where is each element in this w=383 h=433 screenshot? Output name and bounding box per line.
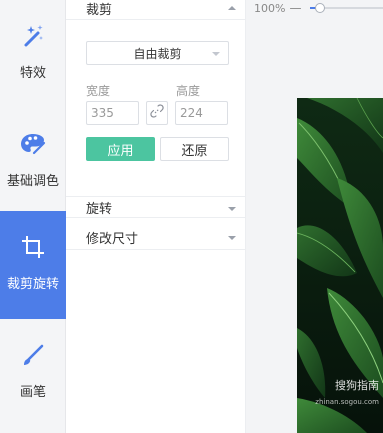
tool-crop-rotate-label: 裁剪旋转: [6, 277, 59, 292]
crop-icon: [19, 233, 47, 261]
tool-crop-rotate[interactable]: 裁剪旋转: [0, 211, 66, 319]
chevron-down-icon: [228, 236, 236, 240]
width-input[interactable]: 335: [86, 101, 139, 125]
photo-editor: 特效 基础调色 裁剪旋转 画笔 裁剪 自由裁剪 宽度 高度 335 224 应用…: [0, 0, 383, 433]
tool-brush-label: 画笔: [19, 385, 46, 400]
zoom-percent: 100%: [254, 1, 286, 15]
watermark-logo-text: 搜狗指南: [335, 379, 379, 392]
plant-photo[interactable]: 搜狗指南 zhinan.sogou.com: [297, 98, 383, 433]
reset-button[interactable]: 还原: [160, 137, 229, 161]
zoom-slider-handle[interactable]: [315, 3, 326, 13]
height-label: 高度: [176, 84, 201, 98]
brush-icon: [19, 341, 47, 369]
crop-ratio-select[interactable]: 自由裁剪: [86, 41, 229, 65]
crop-section-title: 裁剪: [86, 3, 113, 18]
tool-sidebar: 特效 基础调色 裁剪旋转 画笔: [0, 0, 66, 433]
zoom-out-button[interactable]: —: [289, 1, 301, 15]
settings-panel: 裁剪 自由裁剪 宽度 高度 335 224 应用 还原 旋转 修改尺寸: [66, 0, 246, 433]
crop-ratio-value: 自由裁剪: [133, 46, 182, 61]
apply-button[interactable]: 应用: [86, 137, 155, 161]
rotate-section-header[interactable]: 旋转: [66, 196, 246, 218]
tool-basic-color[interactable]: 基础调色: [0, 108, 66, 216]
watermark-url: zhinan.sogou.com: [315, 398, 379, 406]
resize-section-header[interactable]: 修改尺寸: [66, 226, 246, 250]
tool-basic-color-label: 基础调色: [6, 174, 59, 189]
tool-effects-label: 特效: [19, 66, 46, 81]
tool-effects[interactable]: 特效: [0, 0, 66, 108]
crop-section-header[interactable]: 裁剪: [66, 0, 246, 20]
zoom-slider[interactable]: [310, 2, 383, 14]
width-label: 宽度: [86, 84, 111, 98]
tool-brush[interactable]: 画笔: [0, 319, 66, 427]
aspect-lock-button[interactable]: [146, 101, 168, 125]
height-input[interactable]: 224: [175, 101, 228, 125]
image-canvas: 100% — 搜狗指南 zhinan.sogou.com: [246, 0, 383, 433]
link-icon: [149, 103, 165, 123]
collapse-icon: [228, 6, 236, 10]
resize-section-title: 修改尺寸: [86, 232, 139, 247]
chevron-down-icon: [228, 207, 236, 211]
zoom-control: 100% —: [254, 1, 383, 15]
palette-icon: [19, 130, 47, 158]
magic-wand-icon: [19, 22, 47, 50]
chevron-down-icon: [212, 52, 220, 56]
rotate-section-title: 旋转: [86, 201, 113, 217]
